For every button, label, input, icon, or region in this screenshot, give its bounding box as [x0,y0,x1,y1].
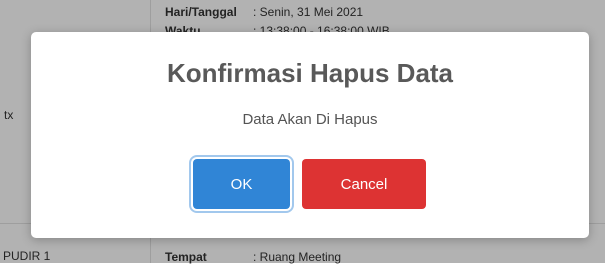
cancel-button[interactable]: Cancel [302,159,426,209]
dialog-title: Konfirmasi Hapus Data [166,58,454,88]
dialog-message: Data Akan Di Hapus [242,111,378,128]
ok-button[interactable]: OK [193,159,290,209]
confirm-delete-dialog: Konfirmasi Hapus Data Data Akan Di Hapus… [31,32,589,238]
